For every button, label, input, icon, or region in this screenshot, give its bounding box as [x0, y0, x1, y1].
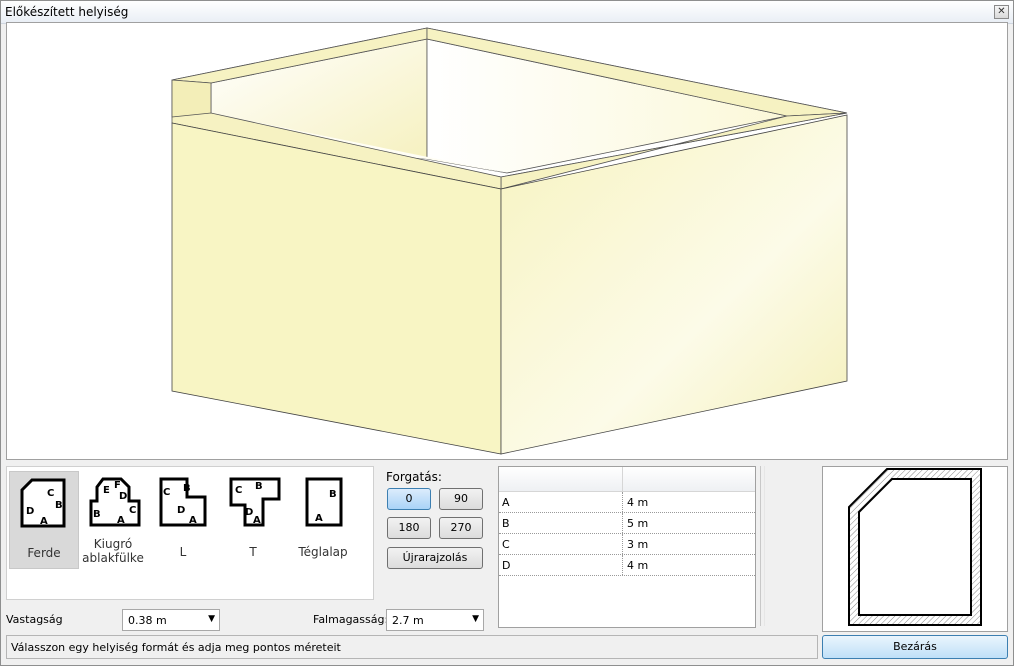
shape-letter: B: [183, 483, 191, 494]
table-row[interactable]: D 4 m: [499, 555, 755, 576]
close-icon[interactable]: ✕: [994, 5, 1009, 19]
shape-label-teglalap: Téglalap: [298, 545, 348, 559]
room-3d-model: [171, 27, 848, 455]
shape-option-t[interactable]: C B D A T: [219, 471, 287, 567]
l-shape-icon: B C D A: [159, 477, 207, 527]
rotate-180-button[interactable]: 180: [387, 517, 431, 539]
shape-letter: B: [55, 500, 63, 511]
table-row[interactable]: A 4 m: [499, 492, 755, 513]
rotate-90-button[interactable]: 90: [439, 488, 483, 510]
dimension-name: D: [502, 559, 511, 572]
dimension-value[interactable]: 4 m: [627, 559, 648, 572]
shape-letter: A: [253, 515, 261, 526]
panel-divider: [760, 466, 761, 626]
shape-letter: A: [315, 513, 323, 524]
shape-letter: A: [189, 515, 197, 526]
shape-letter: C: [235, 485, 242, 496]
rotate-270-button[interactable]: 270: [439, 517, 483, 539]
plan-preview: [822, 466, 1008, 632]
status-bar: Válasszon egy helyiség formát és adja me…: [6, 635, 818, 659]
shape-label-t: T: [249, 545, 257, 559]
shape-letter: C: [163, 487, 170, 498]
shape-letter: E: [103, 485, 110, 496]
window-title: Előkészített helyiség: [5, 5, 129, 19]
shape-letter: B: [255, 481, 263, 492]
shape-letter: F: [114, 480, 121, 491]
shape-option-teglalap[interactable]: B A Téglalap: [289, 471, 357, 567]
wall-height-value: 2.7 m: [392, 614, 424, 627]
panel-divider: [764, 466, 765, 626]
dimension-value[interactable]: 4 m: [627, 496, 648, 509]
shape-letter: C: [47, 488, 54, 499]
shape-option-l[interactable]: B C D A L: [149, 471, 217, 567]
shape-letter: B: [329, 489, 337, 500]
thickness-label: Vastagság: [6, 613, 63, 626]
shape-letter: C: [129, 505, 136, 516]
dimension-name: C: [502, 538, 510, 551]
shape-letter: A: [40, 516, 48, 527]
shape-label-kiugro: Kiugró ablakfülke: [79, 537, 147, 565]
chevron-down-icon: ▼: [472, 614, 479, 624]
teglalap-shape-icon: B A: [305, 477, 343, 527]
thickness-select[interactable]: 0.38 m ▼: [122, 609, 220, 631]
shape-label-ferde: Ferde: [27, 546, 61, 560]
dimension-value[interactable]: 5 m: [627, 517, 648, 530]
dimension-name: B: [502, 517, 510, 530]
room-3d-viewport[interactable]: [6, 22, 1008, 460]
shape-option-ferde[interactable]: C B D A Ferde: [9, 471, 79, 569]
thickness-value: 0.38 m: [128, 614, 167, 627]
ferde-shape-icon: C B D A: [20, 478, 66, 528]
dimensions-table: A 4 m B 5 m C 3 m D 4 m: [498, 466, 756, 628]
shape-letter: B: [93, 509, 101, 520]
shape-letter: A: [117, 515, 125, 526]
shape-letter: D: [177, 505, 185, 516]
dimension-value[interactable]: 3 m: [627, 538, 648, 551]
rotation-label: Forgatás:: [386, 470, 442, 484]
shape-option-kiugro[interactable]: E F D C B A Kiugró ablakfülke: [79, 471, 147, 567]
shape-label-line: ablakfülke: [82, 551, 144, 565]
chevron-down-icon: ▼: [208, 614, 215, 624]
shape-letter: D: [119, 491, 127, 502]
shape-selector: C B D A Ferde E F D C B A Kiugró ablakfü…: [6, 466, 374, 600]
redraw-button[interactable]: Újrarajzolás: [387, 547, 483, 569]
table-row[interactable]: B 5 m: [499, 513, 755, 534]
t-shape-icon: C B D A: [229, 477, 281, 527]
shape-label-line: Kiugró: [93, 537, 133, 551]
kiugro-shape-icon: E F D C B A: [89, 477, 141, 527]
rotate-0-button[interactable]: 0: [387, 488, 431, 510]
wall-height-label: Falmagasság:: [313, 613, 389, 626]
table-row[interactable]: C 3 m: [499, 534, 755, 555]
shape-letter: D: [26, 506, 34, 517]
plan-preview-drawing: [848, 468, 982, 626]
status-text: Válasszon egy helyiség formát és adja me…: [11, 641, 341, 654]
shape-label-l: L: [179, 545, 187, 559]
dimension-name: A: [502, 496, 510, 509]
title-bar: Előkészített helyiség ✕: [1, 1, 1013, 24]
wall-height-select[interactable]: 2.7 m ▼: [386, 609, 484, 631]
table-header: [499, 467, 755, 492]
close-button[interactable]: Bezárás: [822, 635, 1008, 659]
